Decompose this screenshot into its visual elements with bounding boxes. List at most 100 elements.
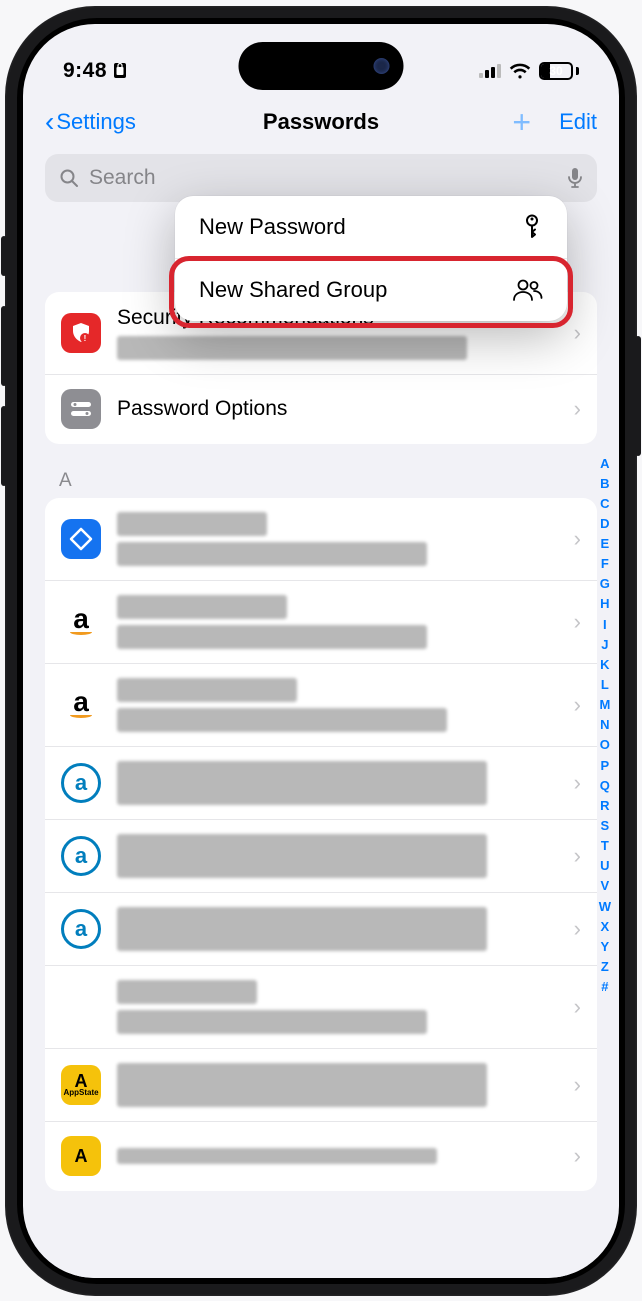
password-row[interactable]: AAppState › [45, 1048, 597, 1121]
index-letter[interactable]: A [599, 454, 611, 474]
amazon-icon: a [61, 685, 101, 725]
cellular-icon [479, 63, 501, 78]
index-letter[interactable]: B [599, 474, 611, 494]
menu-label: New Password [199, 214, 346, 240]
section-header-a: A [59, 470, 583, 492]
redacted-content [117, 907, 487, 951]
index-letter[interactable]: I [599, 615, 611, 635]
chevron-right-icon: › [574, 843, 581, 869]
index-letter[interactable]: P [599, 756, 611, 776]
chevron-right-icon: › [574, 609, 581, 635]
apple-icon [61, 987, 101, 1027]
app-icon [61, 519, 101, 559]
add-menu-popup: New Password New Shared Group [175, 196, 567, 321]
redacted-content [117, 595, 287, 619]
alphabet-index[interactable]: ABCDEFGHIJKLMNOPQRSTUVWXYZ# [599, 454, 611, 998]
chevron-right-icon: › [574, 526, 581, 552]
volume-up [1, 306, 7, 386]
app-icon: a [61, 909, 101, 949]
add-button[interactable]: + [512, 106, 531, 138]
chevron-right-icon: › [574, 1143, 581, 1169]
password-options-row[interactable]: Password Options › [45, 374, 597, 444]
index-letter[interactable]: T [599, 836, 611, 856]
index-letter[interactable]: U [599, 856, 611, 876]
redacted-content [117, 542, 427, 566]
redacted-content [117, 336, 467, 360]
menu-new-shared-group[interactable]: New Shared Group [175, 258, 567, 321]
index-letter[interactable]: W [599, 897, 611, 917]
index-letter[interactable]: G [599, 574, 611, 594]
index-letter[interactable]: Z [599, 957, 611, 977]
back-label: Settings [56, 109, 136, 135]
index-letter[interactable]: Y [599, 937, 611, 957]
volume-down [1, 406, 7, 486]
chevron-right-icon: › [574, 692, 581, 718]
redacted-content [117, 761, 487, 805]
dynamic-island [239, 42, 404, 90]
fade-overlay [23, 1208, 619, 1278]
passwords-group-a: › a › a › [45, 498, 597, 1191]
index-letter[interactable]: F [599, 554, 611, 574]
amazon-icon: a [61, 602, 101, 642]
chevron-right-icon: › [574, 396, 581, 422]
menu-new-password[interactable]: New Password [175, 196, 567, 258]
device-frame: 9:48 30 [5, 6, 637, 1296]
password-row[interactable]: A › [45, 1121, 597, 1191]
index-letter[interactable]: L [599, 675, 611, 695]
index-letter[interactable]: H [599, 594, 611, 614]
index-letter[interactable]: S [599, 816, 611, 836]
status-time: 9:48 [63, 59, 107, 83]
index-letter[interactable]: N [599, 715, 611, 735]
index-letter[interactable]: # [599, 977, 611, 997]
password-row[interactable]: › [45, 965, 597, 1048]
search-field[interactable]: Search [45, 154, 597, 202]
chevron-right-icon: › [574, 1072, 581, 1098]
index-letter[interactable]: K [599, 655, 611, 675]
index-letter[interactable]: J [599, 635, 611, 655]
power-button [635, 336, 641, 456]
index-letter[interactable]: O [599, 735, 611, 755]
page-title: Passwords [263, 109, 379, 135]
redacted-content [117, 980, 257, 1004]
index-letter[interactable]: R [599, 796, 611, 816]
app-icon: a [61, 763, 101, 803]
battery-icon: 30 [539, 62, 579, 80]
index-letter[interactable]: M [599, 695, 611, 715]
index-letter[interactable]: V [599, 876, 611, 896]
svg-text:!: ! [84, 334, 87, 343]
back-button[interactable]: ‹ Settings [45, 108, 136, 136]
password-row[interactable]: a › [45, 892, 597, 965]
password-row[interactable]: a › [45, 819, 597, 892]
search-placeholder: Search [89, 166, 557, 190]
redacted-content [117, 625, 427, 649]
password-row[interactable]: a › [45, 746, 597, 819]
index-letter[interactable]: E [599, 534, 611, 554]
mute-switch [1, 236, 7, 276]
edit-button[interactable]: Edit [559, 109, 597, 135]
microphone-icon[interactable] [567, 167, 583, 189]
security-icon: ! [61, 313, 101, 353]
options-icon [61, 389, 101, 429]
index-letter[interactable]: X [599, 917, 611, 937]
redacted-content [117, 1148, 437, 1164]
wifi-icon [509, 63, 531, 79]
screen: 9:48 30 [23, 24, 619, 1278]
orientation-lock-icon [113, 62, 127, 79]
password-row[interactable]: a › [45, 580, 597, 663]
redacted-content [117, 708, 447, 732]
redacted-content [117, 678, 297, 702]
chevron-right-icon: › [574, 916, 581, 942]
redacted-content [117, 1063, 487, 1107]
chevron-right-icon: › [574, 994, 581, 1020]
index-letter[interactable]: D [599, 514, 611, 534]
appstate-icon: AAppState [61, 1065, 101, 1105]
key-icon [521, 214, 543, 240]
menu-label: New Shared Group [199, 277, 387, 303]
password-row[interactable]: a › [45, 663, 597, 746]
index-letter[interactable]: Q [599, 776, 611, 796]
index-letter[interactable]: C [599, 494, 611, 514]
row-label: Password Options [117, 397, 558, 421]
redacted-content [117, 1010, 427, 1034]
password-row[interactable]: › [45, 498, 597, 580]
navigation-bar: ‹ Settings Passwords + Edit [23, 94, 619, 150]
